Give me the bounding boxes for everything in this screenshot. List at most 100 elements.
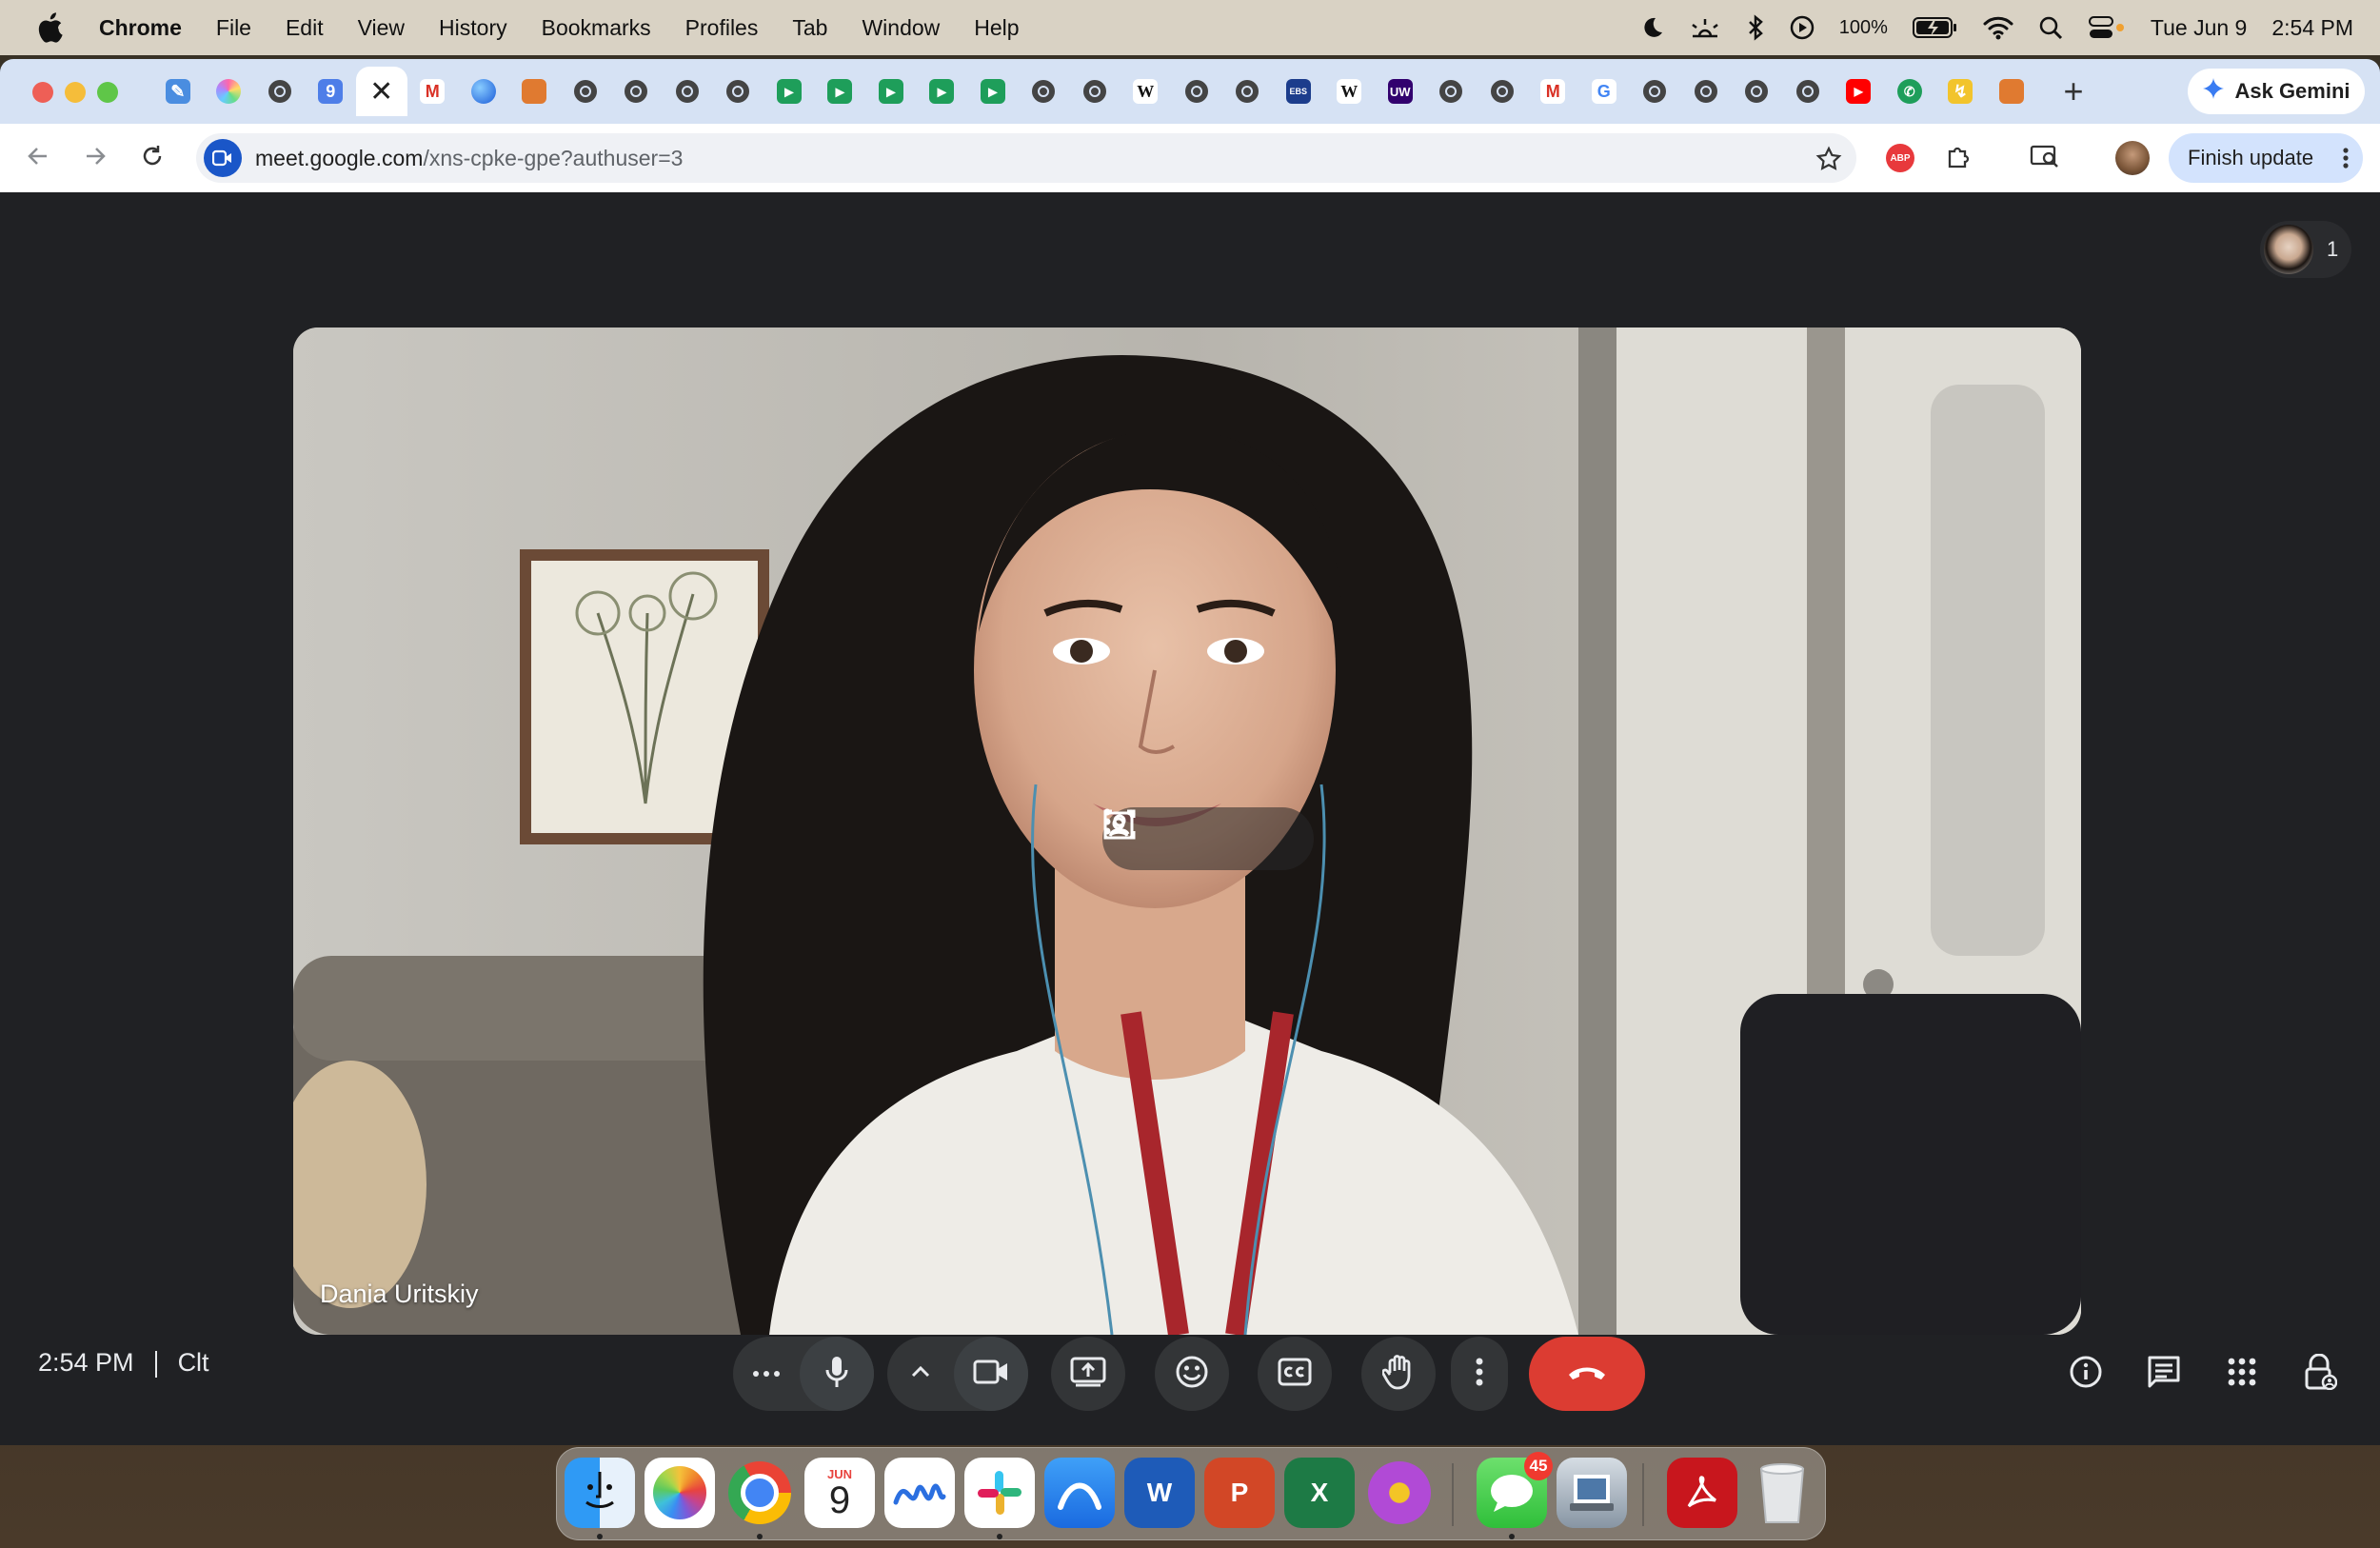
tab[interactable] xyxy=(611,67,663,116)
tab[interactable] xyxy=(1069,67,1121,116)
bookmark-star-icon[interactable] xyxy=(1815,145,1843,173)
more-vert-icon[interactable] xyxy=(2342,147,2350,175)
menu-app-name[interactable]: Chrome xyxy=(99,15,182,41)
bluetooth-icon[interactable] xyxy=(1746,14,1765,41)
activities-button[interactable] xyxy=(2214,1346,2270,1401)
tab[interactable]: ▸ xyxy=(815,67,866,116)
moon-icon[interactable] xyxy=(1639,15,1664,40)
chrome-icon[interactable] xyxy=(724,1458,795,1528)
tab[interactable]: EBS xyxy=(1273,67,1324,116)
menubar-date[interactable]: Tue Jun 9 xyxy=(2151,15,2247,41)
menubar-time[interactable]: 2:54 PM xyxy=(2271,15,2353,41)
finder-icon[interactable] xyxy=(565,1458,635,1528)
apple-icon[interactable] xyxy=(29,7,70,49)
tab[interactable]: ▸ xyxy=(917,67,968,116)
meet-site-icon[interactable] xyxy=(204,139,242,177)
meeting-details-button[interactable] xyxy=(2058,1346,2113,1401)
tab[interactable]: G xyxy=(1578,67,1630,116)
menu-window[interactable]: Window xyxy=(862,15,940,41)
menu-history[interactable]: History xyxy=(439,15,507,41)
tab[interactable]: ▸ xyxy=(764,67,815,116)
tab[interactable] xyxy=(1019,67,1070,116)
tab[interactable] xyxy=(1171,67,1222,116)
wifi-icon[interactable] xyxy=(1983,15,2013,40)
chat-button[interactable] xyxy=(2136,1346,2192,1401)
spotlight-search-icon[interactable] xyxy=(2038,15,2063,40)
more-options-button[interactable] xyxy=(1451,1337,1508,1411)
tab[interactable] xyxy=(1986,67,2037,116)
slack-icon[interactable] xyxy=(964,1458,1035,1528)
tab[interactable] xyxy=(204,67,255,116)
battery-icon[interactable] xyxy=(1912,16,1958,39)
tab-active-meet[interactable]: ✕ xyxy=(356,67,407,116)
minimize-window-button[interactable] xyxy=(65,82,86,103)
tab[interactable]: 9 xyxy=(306,67,357,116)
menu-profiles[interactable]: Profiles xyxy=(685,15,759,41)
close-window-button[interactable] xyxy=(32,82,53,103)
tab[interactable] xyxy=(509,67,561,116)
camera-button[interactable] xyxy=(954,1337,1028,1411)
reactions-button[interactable] xyxy=(1155,1337,1229,1411)
tab[interactable]: W xyxy=(1121,67,1172,116)
tab[interactable] xyxy=(1630,67,1681,116)
participant-video-tile[interactable]: Dania Uritskiy xyxy=(293,327,2081,1335)
calendar-icon[interactable]: JUN 9 xyxy=(804,1458,875,1528)
tab[interactable] xyxy=(662,67,713,116)
host-controls-button[interactable] xyxy=(2292,1346,2348,1401)
excel-icon[interactable]: X xyxy=(1284,1458,1355,1528)
reload-button[interactable] xyxy=(133,139,171,177)
tab[interactable]: UW xyxy=(1375,67,1426,116)
adblock-extension-button[interactable]: ABP xyxy=(1881,139,1919,177)
profile-button[interactable] xyxy=(2113,139,2152,177)
tab[interactable]: W xyxy=(1324,67,1376,116)
participants-button[interactable]: 1 xyxy=(2260,221,2351,278)
flower-icon[interactable] xyxy=(1364,1458,1435,1528)
tab[interactable]: ✎ xyxy=(152,67,204,116)
tab[interactable] xyxy=(1782,67,1834,116)
menu-file[interactable]: File xyxy=(216,15,251,41)
raise-hand-button[interactable] xyxy=(1361,1337,1436,1411)
leave-call-button[interactable] xyxy=(1529,1337,1645,1411)
captions-button[interactable] xyxy=(1258,1337,1332,1411)
preview-icon[interactable] xyxy=(1557,1458,1627,1528)
brightness-icon[interactable] xyxy=(1689,15,1721,40)
finish-update-button[interactable]: Finish update xyxy=(2169,133,2363,183)
tab[interactable] xyxy=(1222,67,1274,116)
zoom-window-button[interactable] xyxy=(97,82,118,103)
url-text[interactable]: meet.google.com/xns-cpke-gpe?authuser=3 xyxy=(255,146,683,171)
microphone-button[interactable] xyxy=(800,1337,874,1411)
back-button[interactable] xyxy=(19,139,57,177)
tab[interactable]: ✆ xyxy=(1884,67,1935,116)
menu-help[interactable]: Help xyxy=(974,15,1019,41)
tab[interactable] xyxy=(1426,67,1478,116)
freeform-icon[interactable] xyxy=(884,1458,955,1528)
menu-edit[interactable]: Edit xyxy=(286,15,324,41)
forward-button[interactable] xyxy=(76,139,114,177)
tab[interactable] xyxy=(254,67,306,116)
menu-tab[interactable]: Tab xyxy=(792,15,827,41)
play-circle-icon[interactable] xyxy=(1790,15,1815,40)
menu-bookmarks[interactable]: Bookmarks xyxy=(542,15,651,41)
tab[interactable] xyxy=(713,67,764,116)
tab[interactable]: ↯ xyxy=(1935,67,1987,116)
acrobat-icon[interactable] xyxy=(1667,1458,1737,1528)
photos-icon[interactable] xyxy=(645,1458,715,1528)
tab[interactable] xyxy=(1477,67,1528,116)
tab-search-button[interactable] xyxy=(2026,139,2064,177)
audio-settings-button[interactable] xyxy=(733,1337,800,1411)
tab[interactable]: M xyxy=(1528,67,1579,116)
messages-icon[interactable]: 45 xyxy=(1477,1452,1553,1528)
tab[interactable]: ▸ xyxy=(865,67,917,116)
tab[interactable]: M xyxy=(407,67,459,116)
close-icon[interactable]: ✕ xyxy=(369,75,393,109)
ask-gemini-button[interactable]: Ask Gemini xyxy=(2188,69,2365,114)
tab[interactable] xyxy=(458,67,509,116)
video-settings-button[interactable] xyxy=(887,1337,954,1411)
trash-icon[interactable] xyxy=(1747,1458,1817,1528)
tab[interactable] xyxy=(1680,67,1732,116)
present-button[interactable] xyxy=(1051,1337,1125,1411)
tab[interactable]: ▸ xyxy=(967,67,1019,116)
powerpoint-icon[interactable]: P xyxy=(1204,1458,1275,1528)
address-bar[interactable]: meet.google.com/xns-cpke-gpe?authuser=3 xyxy=(196,133,1856,183)
menu-view[interactable]: View xyxy=(358,15,405,41)
